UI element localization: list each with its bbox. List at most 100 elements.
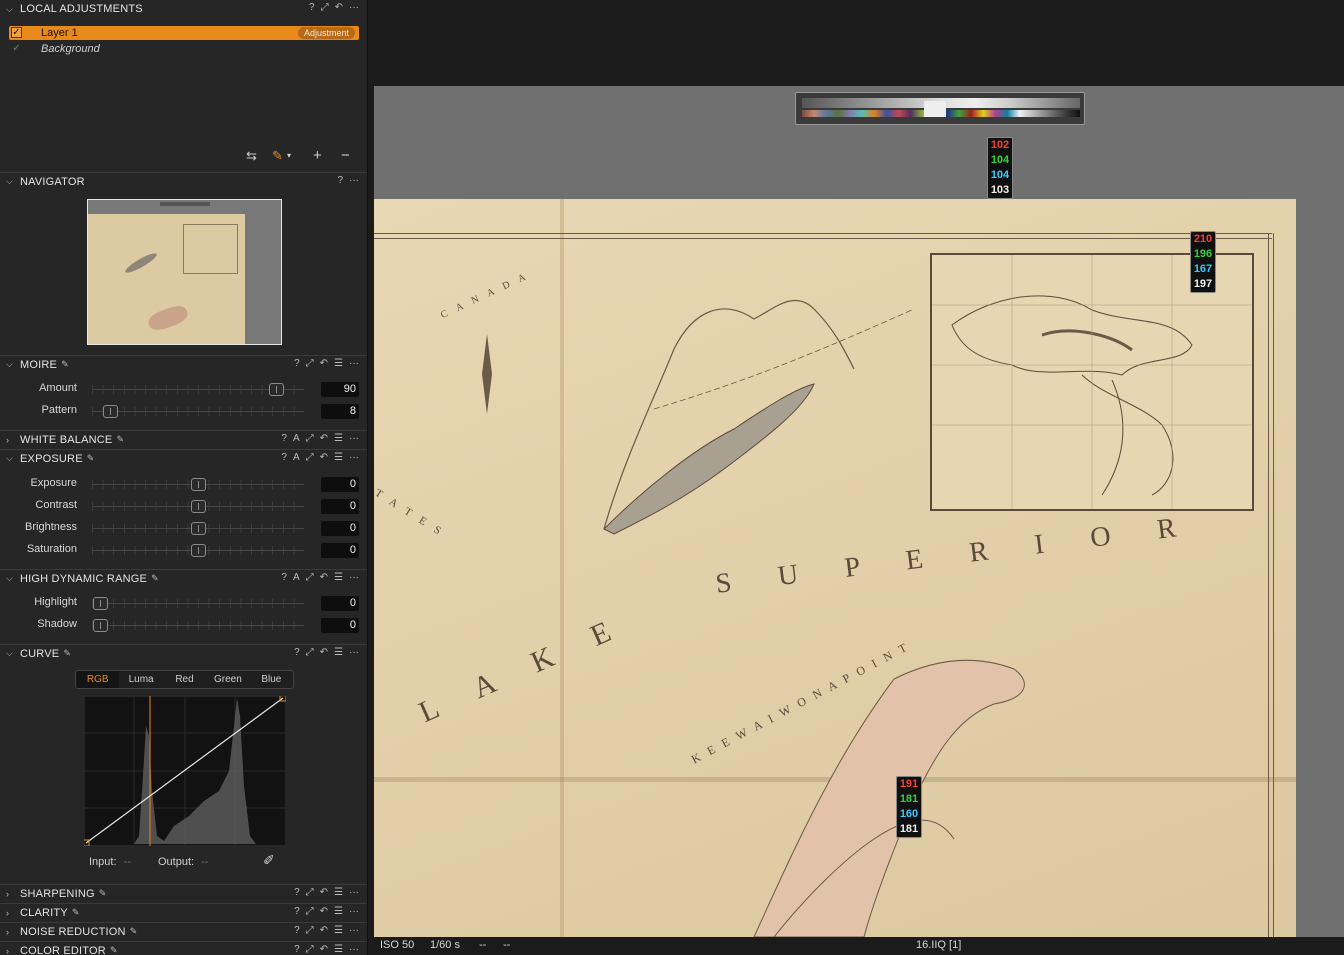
more-icon[interactable]: ··· [349,433,359,444]
slider-value-field[interactable]: 90 [321,382,359,397]
chevron-right-icon[interactable]: › [6,889,20,899]
popout-icon[interactable]: ⤢ [306,944,314,955]
noise-reduction-header[interactable]: › NOISE REDUCTION ✎ ? ⤢ ↶ ☰ ··· [0,922,367,940]
reset-icon[interactable]: ↶ [320,358,328,369]
moire-header[interactable]: ⌵ MOIRE ✎ ? ⤢ ↶ ☰ ··· [0,355,367,373]
local-adjustments-header[interactable]: ⌵ LOCAL ADJUSTMENTS ? ⤢ ↶ ··· [0,0,367,18]
brush-icon[interactable]: ✎ [272,148,283,164]
popout-icon[interactable]: ⤢ [306,572,314,583]
more-icon[interactable]: ··· [349,944,359,955]
curve-graph[interactable] [84,696,286,846]
chevron-down-icon[interactable]: ⌵ [6,4,20,15]
slider-value-field[interactable]: 0 [321,618,359,633]
help-icon[interactable]: ? [281,433,287,444]
popout-icon[interactable]: ⤢ [306,906,314,917]
reset-icon[interactable]: ↶ [320,906,328,917]
slider-value-field[interactable]: 0 [321,477,359,492]
chevron-right-icon[interactable]: › [6,927,20,937]
layer-name[interactable]: Background [41,42,100,56]
slider-handle[interactable] [191,478,206,491]
more-icon[interactable]: ··· [349,887,359,898]
help-icon[interactable]: ? [294,925,300,936]
auto-icon[interactable]: A [293,433,300,444]
presets-icon[interactable]: ☰ [334,358,343,369]
exposure-header[interactable]: ⌵ EXPOSURE ✎ ? A ⤢ ↶ ☰ ··· [0,449,367,467]
slider-value-field[interactable]: 0 [321,543,359,558]
more-icon[interactable]: ··· [349,647,359,658]
reset-icon[interactable]: ↶ [335,2,343,13]
layer-checkbox[interactable]: ✓ [11,43,22,54]
popout-icon[interactable]: ⤢ [306,452,314,463]
slider-track[interactable] [92,603,304,604]
tab-rgb[interactable]: RGB [76,671,120,688]
popout-icon[interactable]: ⤢ [306,647,314,658]
slider-handle[interactable] [191,500,206,513]
presets-icon[interactable]: ☰ [334,452,343,463]
hdr-header[interactable]: ⌵ HIGH DYNAMIC RANGE ✎ ? A ⤢ ↶ ☰ ··· [0,569,367,587]
help-icon[interactable]: ? [294,887,300,898]
chevron-right-icon[interactable]: › [6,435,20,445]
presets-icon[interactable]: ☰ [334,887,343,898]
chevron-right-icon[interactable]: › [6,908,20,918]
layer-row[interactable]: ✓ Background [9,42,359,56]
more-icon[interactable]: ··· [349,925,359,936]
popout-icon[interactable]: ⤢ [306,358,314,369]
curve-picker-icon[interactable]: ✐ [263,852,275,869]
presets-icon[interactable]: ☰ [334,433,343,444]
more-icon[interactable]: ··· [349,2,359,13]
chevron-down-icon[interactable]: ⌵ [6,573,20,584]
reset-icon[interactable]: ↶ [320,572,328,583]
tab-blue[interactable]: Blue [250,671,293,688]
popout-icon[interactable]: ⤢ [306,433,314,444]
slider-value-field[interactable]: 8 [321,404,359,419]
slider-value-field[interactable]: 0 [321,521,359,536]
color-picker-readout[interactable]: 191 181 160 181 [896,776,922,838]
slider-track[interactable] [92,411,304,412]
remove-layer-icon[interactable]: − [341,147,350,164]
reset-icon[interactable]: ↶ [320,647,328,658]
white-balance-header[interactable]: › WHITE BALANCE ✎ ? A ⤢ ↶ ☰ ··· [0,430,367,448]
popout-icon[interactable]: ⤢ [321,2,329,13]
more-icon[interactable]: ··· [349,906,359,917]
help-icon[interactable]: ? [281,452,287,463]
image-viewer[interactable]: L A K E S U P E R I O R C A N A D A K E … [369,0,1344,955]
navigator-thumbnail[interactable] [87,199,282,345]
chevron-down-icon[interactable]: ⌵ [6,453,20,464]
slider-handle[interactable] [191,544,206,557]
help-icon[interactable]: ? [281,572,287,583]
more-icon[interactable]: ··· [349,358,359,369]
tab-red[interactable]: Red [163,671,206,688]
help-icon[interactable]: ? [294,944,300,955]
help-icon[interactable]: ? [294,358,300,369]
layer-settings-icon[interactable]: ⇆ [246,148,257,164]
color-picker-readout[interactable]: 210 196 167 197 [1190,231,1216,293]
chevron-down-icon[interactable]: ⌵ [6,176,20,187]
auto-icon[interactable]: A [293,572,300,583]
reset-icon[interactable]: ↶ [320,887,328,898]
slider-track[interactable] [92,625,304,626]
clarity-header[interactable]: › CLARITY ✎ ? ⤢ ↶ ☰ ··· [0,903,367,921]
slider-value-field[interactable]: 0 [321,499,359,514]
reset-icon[interactable]: ↶ [320,452,328,463]
help-icon[interactable]: ? [309,2,315,13]
tab-luma[interactable]: Luma [119,671,162,688]
presets-icon[interactable]: ☰ [334,925,343,936]
color-picker-readout[interactable]: 102 104 104 103 [987,137,1013,199]
slider-value-field[interactable]: 0 [321,596,359,611]
help-icon[interactable]: ? [294,906,300,917]
popout-icon[interactable]: ⤢ [306,887,314,898]
color-editor-header[interactable]: › COLOR EDITOR ✎ ? ⤢ ↶ ☰ ··· [0,941,367,955]
slider-handle[interactable] [93,597,108,610]
sharpening-header[interactable]: › SHARPENING ✎ ? ⤢ ↶ ☰ ··· [0,884,367,902]
reset-icon[interactable]: ↶ [320,433,328,444]
help-icon[interactable]: ? [294,647,300,658]
slider-handle[interactable] [93,619,108,632]
more-icon[interactable]: ··· [349,572,359,583]
presets-icon[interactable]: ☰ [334,572,343,583]
chevron-down-icon[interactable]: ⌵ [6,648,20,659]
reset-icon[interactable]: ↶ [320,944,328,955]
curve-header[interactable]: ⌵ CURVE ✎ ? ⤢ ↶ ☰ ··· [0,644,367,662]
tab-green[interactable]: Green [206,671,249,688]
auto-icon[interactable]: A [293,452,300,463]
presets-icon[interactable]: ☰ [334,647,343,658]
